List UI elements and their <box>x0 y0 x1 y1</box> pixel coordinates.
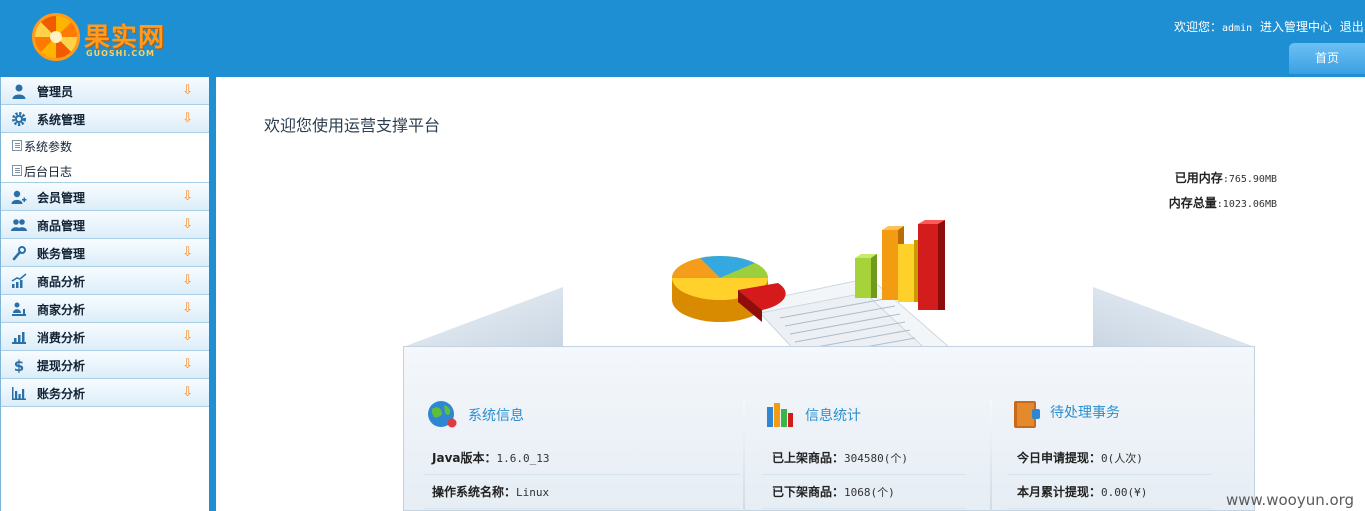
submenu-item-backend-log[interactable]: 后台日志 <box>1 158 209 183</box>
arrow-down-icon: ⇩ <box>182 217 193 232</box>
memory-total-label: 内存总量 <box>1168 196 1217 210</box>
arrow-down-icon: ⇩ <box>182 329 193 344</box>
arrow-down-icon: ⇩ <box>182 189 193 204</box>
info-key: 操作系统名称： <box>432 485 517 499</box>
info-value: Linux <box>516 486 550 499</box>
user-icon <box>11 83 27 99</box>
books-icon <box>764 399 796 429</box>
sidebar-item-label: 商家分析 <box>37 303 86 317</box>
info-key: 已下架商品： <box>772 485 845 499</box>
info-row: Java版本：1.6.0_13 <box>424 442 740 475</box>
user-bar: 欢迎您：admin 进入管理中心 退出系 <box>1174 18 1365 35</box>
globe-icon <box>426 399 458 429</box>
sidebar-item-goods[interactable]: 商品管理 ⇩ <box>1 211 209 239</box>
logo-subtext: GUOSHI.COM <box>86 49 155 58</box>
sidebar-item-withdraw-analysis[interactable]: $ 提现分析 ⇩ <box>1 351 209 379</box>
arrow-down-icon: ⇩ <box>182 385 193 400</box>
watermark: www.wooyun.org <box>1226 491 1355 509</box>
memory-used: 已用内存:765.90MB <box>1175 169 1277 186</box>
svg-text:$: $ <box>14 357 24 373</box>
sidebar-item-members[interactable]: 会员管理 ⇩ <box>1 183 209 211</box>
arrow-down-icon: ⇩ <box>182 273 193 288</box>
user-add-icon <box>11 189 27 205</box>
info-value: 1.6.0_13 <box>496 452 550 465</box>
info-value: 0.00(¥) <box>1101 486 1148 499</box>
sidebar-item-label: 商品管理 <box>37 219 86 233</box>
panel-right-wing <box>1093 287 1255 347</box>
info-key: 今日申请提现： <box>1017 451 1102 465</box>
info-value: 1068(个) <box>844 486 895 499</box>
bar-chart-icon <box>11 385 27 401</box>
info-key: Java版本： <box>432 451 497 465</box>
info-key: 本月累计提现： <box>1017 485 1102 499</box>
memory-used-value: :765.90MB <box>1222 174 1277 185</box>
sidebar-item-label: 消费分析 <box>37 331 86 345</box>
top-header: 果实网 GUOSHI.COM 欢迎您：admin 进入管理中心 退出系 首页 <box>0 0 1365 77</box>
sidebar-item-label: 提现分析 <box>37 359 86 373</box>
chart-person-icon <box>11 301 27 317</box>
sidebar-item-label: 会员管理 <box>37 191 86 205</box>
sidebar-item-label: 商品分析 <box>37 275 86 289</box>
arrow-down-icon: ⇩ <box>182 111 193 126</box>
memory-used-label: 已用内存 <box>1174 171 1223 185</box>
users-icon <box>11 217 27 233</box>
column-divider <box>990 399 992 511</box>
sidebar-item-account-analysis[interactable]: 账务分析 ⇩ <box>1 379 209 407</box>
sidebar-item-label: 系统管理 <box>37 113 86 127</box>
arrow-down-icon: ⇩ <box>182 245 193 260</box>
chart-coin-icon <box>11 329 27 345</box>
sidebar-item-merchant-analysis[interactable]: 商家分析 ⇩ <box>1 295 209 323</box>
arrow-down-icon: ⇩ <box>182 357 193 372</box>
sidebar-item-label: 账务分析 <box>37 387 86 401</box>
info-panel: 系统信息 Java版本：1.6.0_13 操作系统名称：Linux 信息统计 已… <box>403 346 1255 511</box>
panel-left-wing <box>403 287 563 347</box>
sidebar-item-accounts[interactable]: 账务管理 ⇩ <box>1 239 209 267</box>
wrench-icon <box>11 245 27 261</box>
orange-logo-icon <box>32 13 80 61</box>
tab-home[interactable]: 首页 <box>1289 43 1365 74</box>
sidebar-item-goods-analysis[interactable]: 商品分析 ⇩ <box>1 267 209 295</box>
column-divider <box>743 399 745 511</box>
dollar-icon: $ <box>11 357 27 375</box>
logout-link[interactable]: 退出系 <box>1340 20 1365 34</box>
sidebar-item-consumption-analysis[interactable]: 消费分析 ⇩ <box>1 323 209 351</box>
info-key: 已上架商品： <box>772 451 845 465</box>
sidebar: 管理员 ⇩ 系统管理 ⇩ 系统参数 后台日志 会员管理 ⇩ 商品管理 ⇩ 账务管… <box>0 77 216 511</box>
todo-title: 待处理事务 <box>1050 405 1120 421</box>
stats-title: 信息统计 <box>805 408 861 424</box>
info-row: 本月累计提现：0.00(¥) <box>1007 476 1211 509</box>
sidebar-item-admin[interactable]: 管理员 ⇩ <box>1 77 209 105</box>
chart-rise-icon <box>11 273 27 289</box>
notebook-icon <box>1010 399 1042 429</box>
info-row: 已上架商品：304580(个) <box>762 442 966 475</box>
enter-admin-link[interactable]: 进入管理中心 <box>1260 20 1332 34</box>
system-info-title: 系统信息 <box>468 408 524 424</box>
document-icon <box>12 140 22 151</box>
submenu-item-system-params[interactable]: 系统参数 <box>1 133 209 158</box>
bar-chart-image <box>855 220 945 310</box>
info-value: 304580(个) <box>844 452 908 465</box>
sidebar-item-label: 管理员 <box>37 85 74 99</box>
sidebar-item-system[interactable]: 系统管理 ⇩ <box>1 105 209 133</box>
submenu-label: 后台日志 <box>24 165 73 179</box>
info-value: 0(人次) <box>1101 452 1143 465</box>
document-icon <box>12 165 22 176</box>
username: admin <box>1222 23 1253 34</box>
info-row: 今日申请提现：0(人次) <box>1007 442 1211 475</box>
gear-icon <box>11 111 27 127</box>
page-title: 欢迎您使用运营支撑平台 <box>264 116 441 135</box>
arrow-down-icon: ⇩ <box>182 301 193 316</box>
arrow-down-icon: ⇩ <box>182 83 193 98</box>
memory-total: 内存总量:1023.06MB <box>1169 194 1277 211</box>
submenu-label: 系统参数 <box>24 140 73 154</box>
info-row: 操作系统名称：Linux <box>424 476 740 509</box>
memory-total-value: :1023.06MB <box>1216 199 1277 210</box>
welcome-prefix: 欢迎您： <box>1174 20 1223 34</box>
site-logo[interactable]: 果实网 GUOSHI.COM <box>32 13 172 65</box>
info-row: 已下架商品：1068(个) <box>762 476 966 509</box>
sidebar-item-label: 账务管理 <box>37 247 86 261</box>
